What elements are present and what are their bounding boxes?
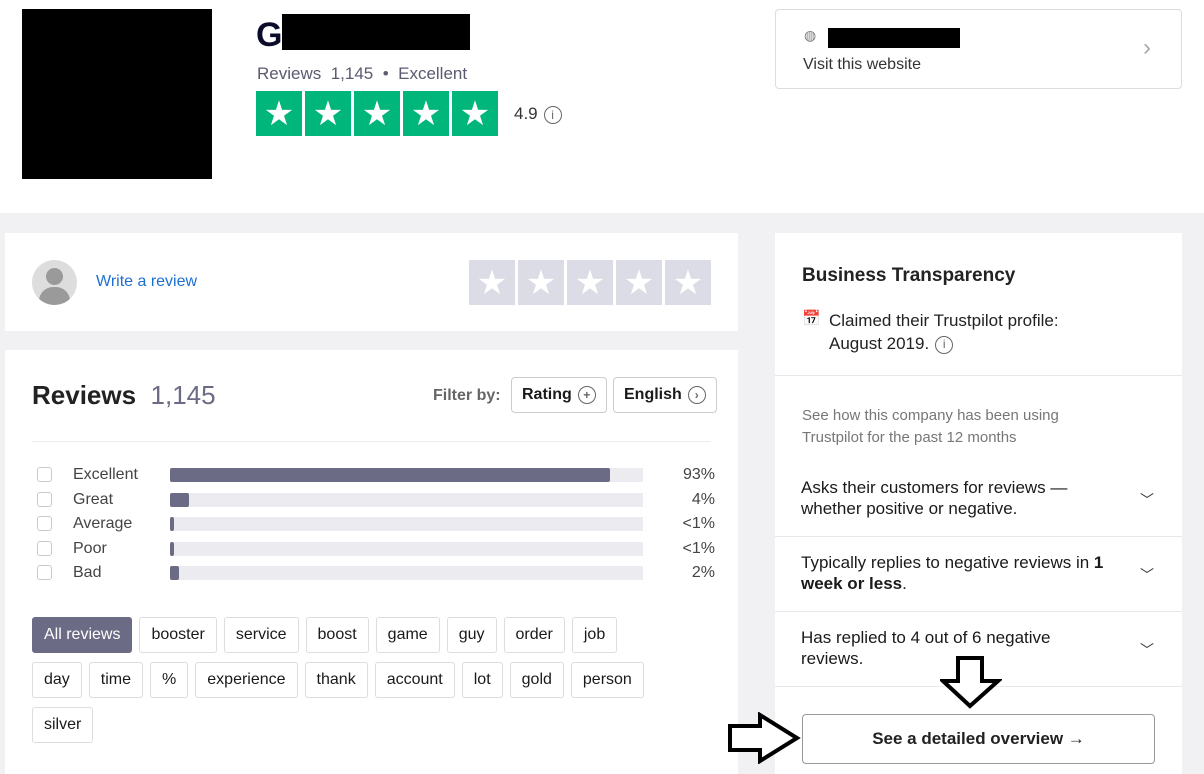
chevron-right-icon: ›: [1143, 34, 1151, 61]
company-name: G: [256, 14, 471, 55]
tag-chip[interactable]: thank: [304, 662, 368, 698]
rating-row-bad[interactable]: Bad 2%: [37, 564, 715, 589]
chevron-down-icon: ﹀: [1140, 567, 1154, 583]
rating-label: Great: [73, 490, 114, 508]
review-summary: Reviews 1,145 • Excellent: [257, 64, 468, 83]
calendar-icon: 📅: [802, 310, 821, 327]
rating-bar: [170, 468, 643, 482]
rating-checkbox[interactable]: [37, 540, 52, 556]
tag-chip[interactable]: gold: [509, 662, 564, 698]
star-icon: ★: [354, 91, 400, 136]
visit-website-link[interactable]: Visit this website: [803, 56, 921, 74]
star-icon: ★: [403, 91, 449, 136]
arrow-right-annotation: [728, 712, 801, 764]
rating-percent: <1%: [682, 539, 715, 557]
transparency-intro: See how this company has been using Trus…: [802, 407, 1059, 446]
rating-label: Average: [73, 515, 133, 532]
rating-bar-fill: [170, 517, 174, 531]
chevron-down-icon: ﹀: [1140, 492, 1154, 508]
tag-chip[interactable]: order: [503, 617, 565, 653]
company-logo: [22, 9, 212, 179]
tag-chip[interactable]: job: [571, 617, 618, 653]
rating-percent: 4%: [691, 490, 715, 508]
claimed-text: Claimed their Trustpilot profile: August …: [829, 311, 1059, 354]
transparency-title: Business Transparency: [802, 265, 1016, 286]
tag-chip[interactable]: booster: [139, 617, 217, 653]
plus-icon: +: [577, 386, 596, 404]
rating-checkbox[interactable]: [37, 565, 52, 580]
rating-bar: [170, 492, 643, 507]
rating-row-great[interactable]: Great 4%: [37, 490, 715, 516]
tag-chip[interactable]: game: [375, 617, 440, 653]
divider: [32, 441, 711, 442]
rating-bar: [170, 566, 643, 580]
rating-percent: <1%: [682, 515, 715, 532]
rating-label: Poor: [73, 539, 107, 557]
tag-chip[interactable]: guy: [446, 617, 497, 653]
tag-chip[interactable]: time: [88, 662, 144, 698]
trust-stars: ★ ★ ★ ★ ★: [256, 91, 498, 136]
rating-bar-fill: [170, 566, 180, 580]
globe-icon: ◍: [804, 27, 817, 43]
rating-percent: 93%: [682, 466, 715, 483]
tag-chip[interactable]: %: [150, 662, 189, 698]
star-icon: ★: [452, 91, 498, 136]
tag-chip[interactable]: person: [570, 662, 644, 698]
rating-checkbox[interactable]: [37, 516, 52, 531]
rating-bar: [170, 517, 643, 531]
rating-checkbox[interactable]: [37, 491, 52, 507]
star-icon[interactable]: ★: [567, 260, 613, 305]
star-icon[interactable]: ★: [518, 260, 564, 305]
star-icon[interactable]: ★: [469, 260, 515, 305]
rating-picker[interactable]: ★ ★ ★ ★ ★: [469, 260, 711, 305]
tag-chip[interactable]: account: [374, 662, 455, 698]
rating-label: Excellent: [73, 466, 138, 483]
info-icon[interactable]: i: [935, 335, 954, 354]
reviews-card: Reviews 1,145 Filter by: Rating + English…: [5, 350, 738, 774]
trust-score: 4.9 i: [514, 104, 562, 124]
star-icon: ★: [305, 91, 351, 136]
visit-website-card[interactable]: ◍ Visit this website ›: [775, 9, 1182, 89]
reviews-heading: Reviews 1,145: [32, 380, 216, 410]
rating-bar: [170, 541, 643, 556]
detailed-overview-button[interactable]: See a detailed overview →: [802, 714, 1155, 764]
company-header: G Reviews 1,145 • Excellent ★ ★ ★ ★ ★ 4.9 i ◍…: [0, 0, 1204, 213]
arrow-down-annotation: [940, 656, 1002, 709]
tag-chip[interactable]: experience: [195, 662, 298, 698]
avatar: [32, 260, 77, 305]
star-icon: ★: [256, 91, 302, 136]
star-icon[interactable]: ★: [616, 260, 662, 305]
tag-chip[interactable]: lot: [461, 662, 503, 698]
rating-label: Bad: [73, 564, 102, 581]
tag-chip[interactable]: day: [32, 662, 82, 698]
tag-chip[interactable]: boost: [305, 617, 369, 653]
rating-checkbox[interactable]: [37, 467, 52, 482]
tag-chip[interactable]: silver: [32, 707, 94, 743]
tag-chip[interactable]: All reviews: [32, 617, 133, 653]
transparency-item[interactable]: Asks their customers for reviews — wheth…: [775, 462, 1182, 534]
rating-row-excellent[interactable]: Excellent 93%: [37, 466, 715, 491]
info-icon[interactable]: i: [543, 105, 562, 124]
rating-row-average[interactable]: Average <1%: [37, 515, 715, 540]
rating-bar-fill: [170, 541, 174, 556]
write-review-link[interactable]: Write a review: [96, 273, 197, 291]
chevron-down-icon: ﹀: [1140, 642, 1154, 658]
rating-row-poor[interactable]: Poor <1%: [37, 539, 715, 565]
language-filter-button[interactable]: English ›: [613, 377, 717, 413]
write-review-card: Write a review ★ ★ ★ ★ ★: [5, 233, 738, 331]
rating-bar-fill: [170, 468, 610, 482]
website-url: [828, 28, 960, 48]
rating-bar-fill: [170, 492, 189, 507]
chevron-right-icon: ›: [687, 386, 706, 404]
filter-label: Filter by:: [433, 387, 501, 404]
star-icon[interactable]: ★: [665, 260, 711, 305]
transparency-item[interactable]: Typically replies to negative reviews in…: [775, 536, 1182, 609]
tag-chip[interactable]: service: [223, 617, 299, 653]
rating-percent: 2%: [691, 564, 715, 581]
rating-filter-button[interactable]: Rating +: [511, 377, 607, 413]
